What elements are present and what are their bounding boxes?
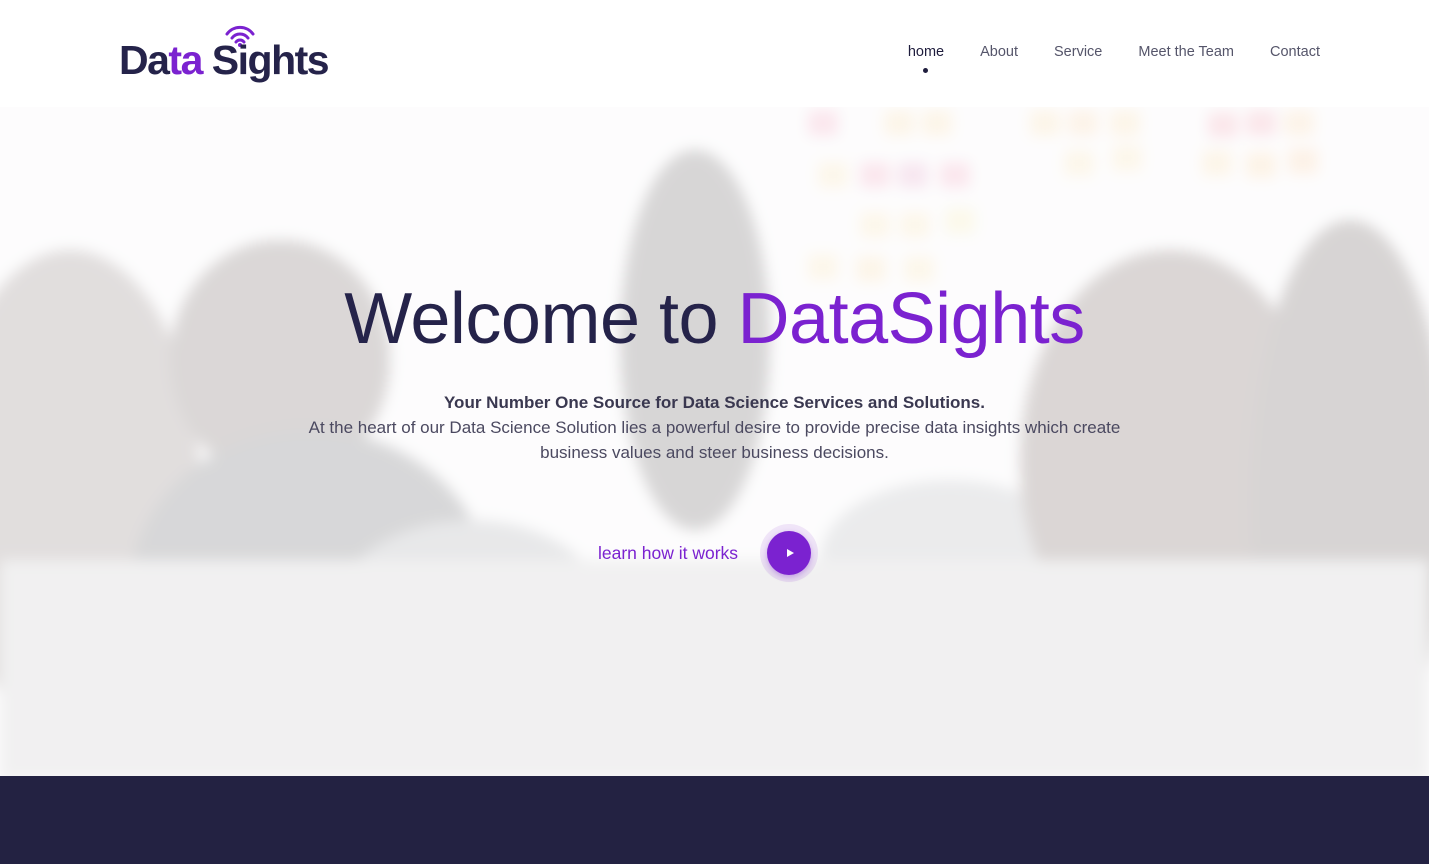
next-section-band <box>0 776 1429 864</box>
brand-wordmark: Data Sights <box>119 37 330 83</box>
main-nav: home About Service Meet the Team Contact <box>907 44 1320 73</box>
play-icon <box>786 549 794 557</box>
nav-item-about[interactable]: About <box>980 44 1018 60</box>
play-button-circle[interactable] <box>767 531 812 575</box>
nav-item-label: About <box>980 44 1018 60</box>
nav-item-label: Contact <box>1270 44 1320 60</box>
nav-item-home[interactable]: home <box>907 44 945 73</box>
nav-item-contact[interactable]: Contact <box>1270 44 1320 60</box>
brand-wordmark-part: Da <box>119 37 170 83</box>
hero-lead: Your Number One Source for Data Science … <box>443 393 985 412</box>
learn-how-it-works-cta[interactable]: learn how it works <box>598 524 819 582</box>
nav-item-label: Service <box>1054 44 1103 60</box>
brand-wordmark-accent: ta <box>168 37 203 83</box>
active-indicator-dot <box>923 68 929 73</box>
site-header: Data Sights home About Service Meet the … <box>0 0 1429 107</box>
hero-title-prefix: Welcome to <box>344 279 738 359</box>
hero-title-brand: DataSights <box>737 279 1086 359</box>
brand-logo[interactable]: Data Sights <box>119 22 334 88</box>
nav-item-service[interactable]: Service <box>1054 44 1102 60</box>
cta-link[interactable]: learn how it works <box>598 543 738 564</box>
hero-content: Welcome to DataSights Your Number One So… <box>0 276 1429 465</box>
hero-title: Welcome to DataSights <box>0 276 1429 362</box>
hero-description: At the heart of our Data Science Solutio… <box>308 418 1121 462</box>
play-video-button[interactable] <box>760 524 819 582</box>
nav-item-label: home <box>907 44 945 60</box>
brand-wordmark-suffix: Sights <box>201 37 330 83</box>
nav-item-meet-the-team[interactable]: Meet the Team <box>1138 44 1234 60</box>
nav-item-label: Meet the Team <box>1138 44 1235 60</box>
